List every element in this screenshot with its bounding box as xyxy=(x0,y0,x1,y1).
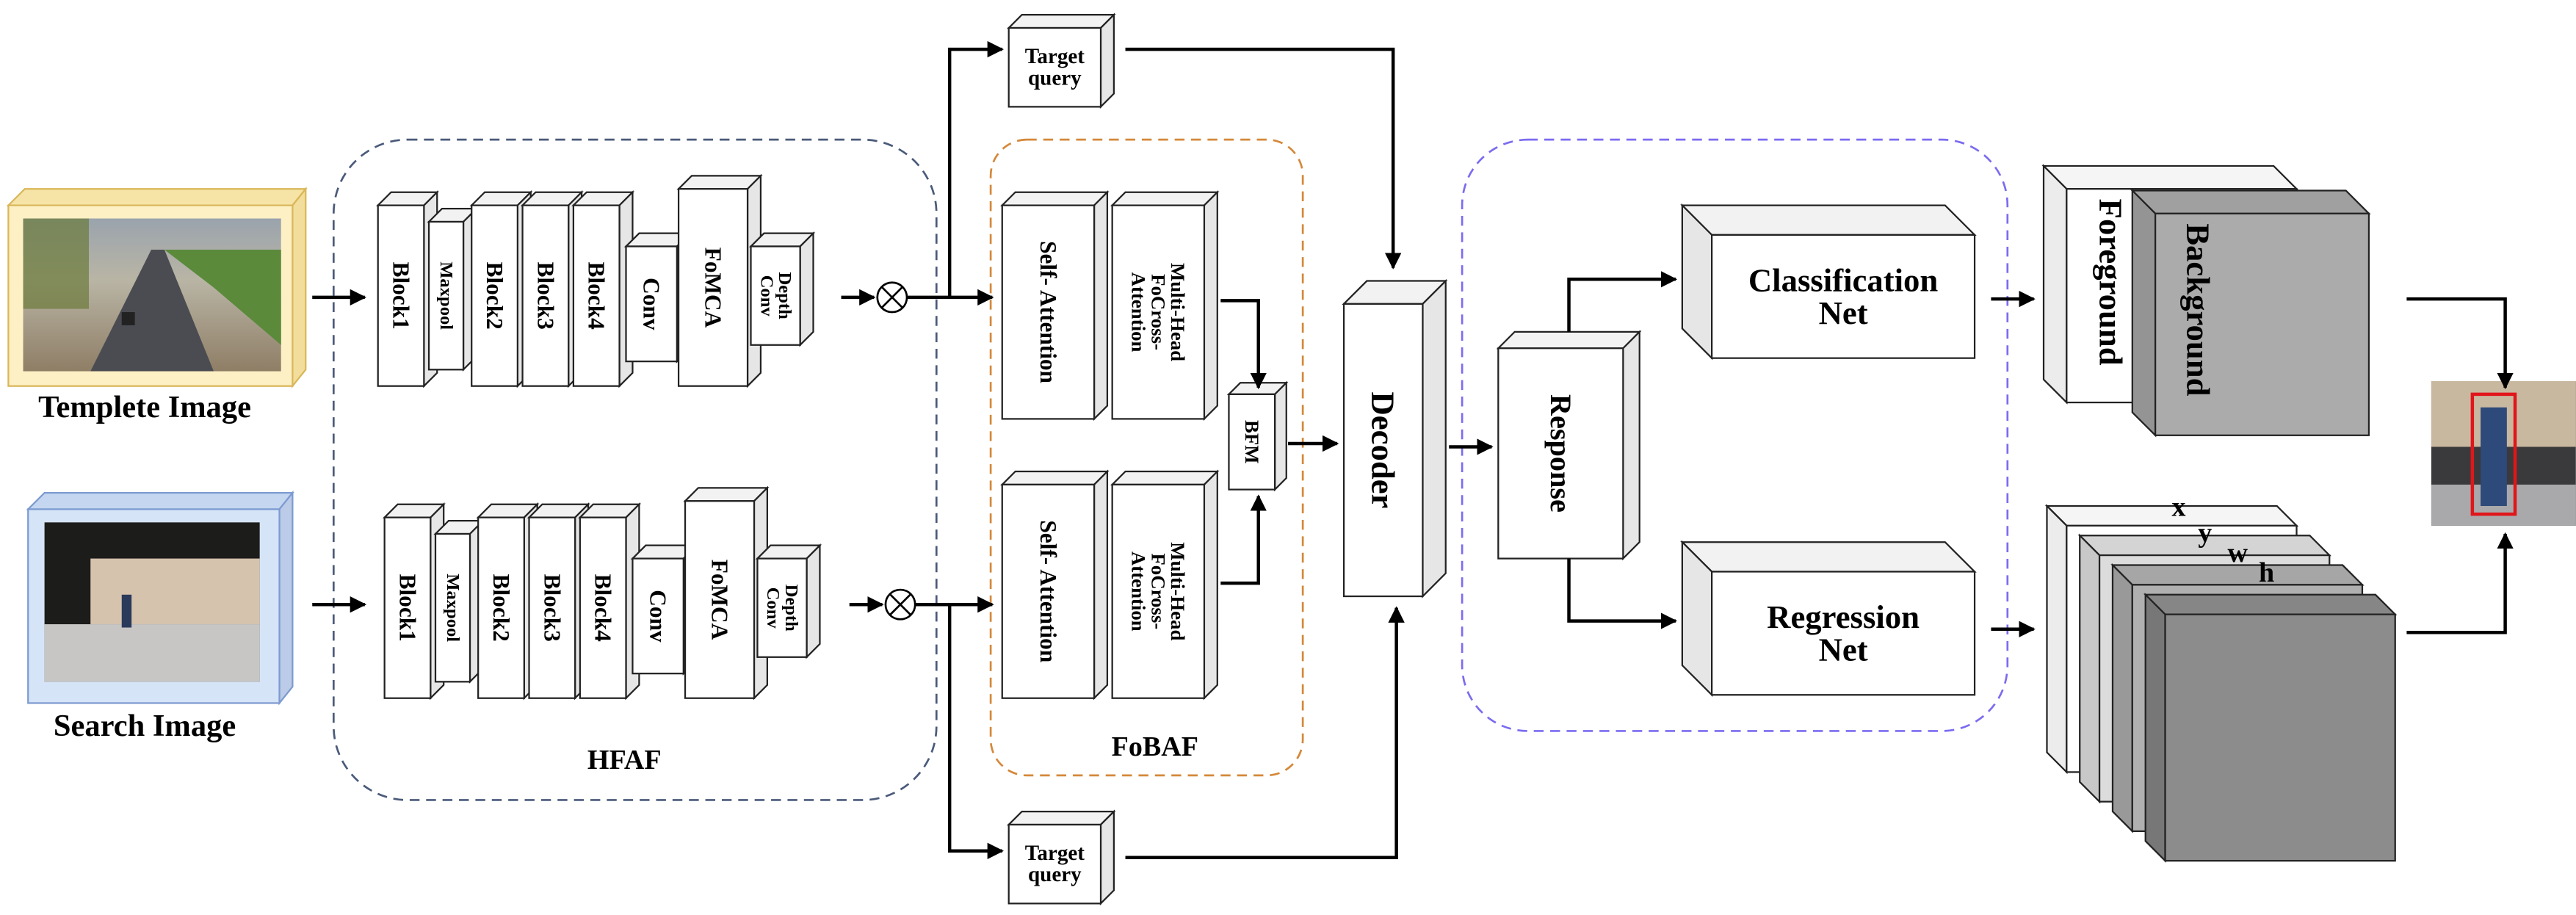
search-maxpool-block: Maxpool xyxy=(433,518,485,684)
label-line: Net xyxy=(1819,294,1868,331)
template-photo xyxy=(23,218,281,372)
template-to-target-query-arrow xyxy=(947,40,1005,297)
classification-output-to-result-arrow xyxy=(2406,297,2514,390)
search-to-target-query-arrow xyxy=(947,604,1005,859)
classification-net-block: ClassificationNet xyxy=(1680,203,1977,361)
template-image-label: Templete Image xyxy=(38,390,251,424)
label-line: Conv xyxy=(756,275,776,317)
label-line: Depth xyxy=(781,585,801,632)
regression-net-block: RegressionNet xyxy=(1680,540,1977,697)
label-line: FoCross- xyxy=(1147,553,1169,629)
label-line: FoMCA xyxy=(701,247,726,328)
upper-attention-to-bfm-arrow xyxy=(1220,299,1267,390)
upper-multi-head-attention-block: Multi-HeadFoCross-Attention xyxy=(1110,190,1220,422)
label-line: Block4 xyxy=(590,574,616,643)
label-line: Block1 xyxy=(388,262,414,330)
label-line: Foreground xyxy=(2093,199,2130,366)
label-line: Self- Attention xyxy=(1035,241,1061,383)
regression-map-3 xyxy=(2143,593,2398,863)
label-line: Target xyxy=(1025,842,1085,865)
label-line: query xyxy=(1028,863,1082,886)
label-line: Block1 xyxy=(394,574,420,642)
label-line: Multi-Head xyxy=(1167,263,1189,361)
label-line: Net xyxy=(1819,632,1868,668)
search-image-label: Search Image xyxy=(54,709,236,743)
search-photo xyxy=(44,522,260,682)
template-depth-conv-block: DepthConv xyxy=(748,231,816,347)
label-line: Block2 xyxy=(488,574,514,642)
label-line: Depth xyxy=(775,272,795,320)
label-line: Multi-Head xyxy=(1167,542,1189,640)
lower-attention-to-bfm-arrow xyxy=(1220,494,1267,585)
hfaf-label: HFAF xyxy=(587,745,662,775)
label-line: Target xyxy=(1025,45,1085,68)
label-line: query xyxy=(1028,66,1082,90)
search-fomca-block: FoMCA xyxy=(683,485,770,701)
search-depth-conv-block: DepthConv xyxy=(755,543,822,659)
regression-output-to-result-arrow xyxy=(2406,532,2514,634)
target-query-bottom: Targetquery xyxy=(1007,809,1116,906)
label-line: Response xyxy=(1544,394,1577,513)
template-block4-block: Block4 xyxy=(571,190,635,388)
label-line: Decoder xyxy=(1365,391,1402,508)
label-line: FoCross- xyxy=(1147,274,1169,350)
label-line: BFM xyxy=(1241,420,1263,464)
label-line: Block3 xyxy=(532,262,558,330)
label-line: Regression xyxy=(1767,598,1920,635)
label-line: Conv xyxy=(639,278,665,330)
label-line: Conv xyxy=(763,587,783,629)
label-line: Maxpool xyxy=(443,574,463,642)
label-line: Block2 xyxy=(482,262,507,330)
label-line: Block3 xyxy=(539,574,565,642)
template-multiply-icon xyxy=(876,281,908,314)
label-line: Attention xyxy=(1127,551,1149,632)
search-block4-block: Block4 xyxy=(578,502,642,701)
decoder-block: Decoder xyxy=(1342,278,1448,598)
tracker-architecture-diagram: HFAF FoBAF Templete Image Search Image B… xyxy=(6,12,2576,906)
search-multiply-icon xyxy=(884,588,916,621)
label-line: Conv xyxy=(645,590,671,643)
response-to-classification-arrow xyxy=(1567,271,1678,332)
label-line: Classification xyxy=(1748,261,1939,298)
label-line: Block4 xyxy=(584,262,609,330)
label-line: Maxpool xyxy=(436,261,456,330)
response-block: Response xyxy=(1496,330,1642,561)
label-line: Attention xyxy=(1127,272,1149,352)
regression-label-h: h xyxy=(2259,557,2274,588)
regression-label-w: w xyxy=(2228,538,2248,568)
template-fomca-block: FoMCA xyxy=(676,173,763,388)
template-image-frame xyxy=(6,187,308,388)
lower-multi-head-attention-block: Multi-HeadFoCross-Attention xyxy=(1110,469,1220,701)
label-line: Self- Attention xyxy=(1035,520,1061,662)
regression-label-y: y xyxy=(2198,518,2212,549)
label-line: FoMCA xyxy=(707,560,733,640)
regression-label-x: x xyxy=(2171,491,2185,522)
label-line: Background xyxy=(2179,223,2216,396)
template-maxpool-block: Maxpool xyxy=(427,206,479,372)
bfm-block: BFM xyxy=(1226,380,1289,492)
search-image-frame xyxy=(26,490,294,706)
background-map: Background xyxy=(2130,188,2371,438)
lower-self-attention-block: Self- Attention xyxy=(1000,469,1110,701)
tracking-result-image xyxy=(2431,380,2576,526)
upper-self-attention-block: Self- Attention xyxy=(1000,190,1110,422)
target-query-top: Targetquery xyxy=(1007,12,1116,109)
response-to-regression-arrow xyxy=(1567,558,1678,629)
fobaf-label: FoBAF xyxy=(1112,731,1198,762)
